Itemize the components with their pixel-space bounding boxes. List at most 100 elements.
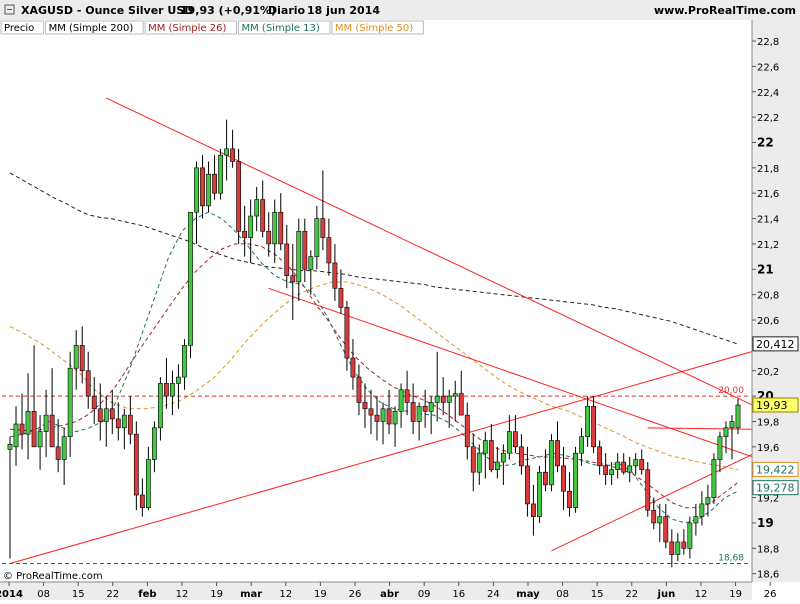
y-tick-label: 22 [757,135,774,149]
y-tick-label: 19,8 [757,417,779,428]
x-tick-label: 19 [314,589,327,600]
x-tick-label: 15 [72,589,85,600]
candle-body [537,471,542,517]
price-marker-label: 20,412 [756,338,795,351]
y-tick-label: 18,8 [757,544,779,555]
candle-body [49,414,55,448]
x-tick-label: 12 [279,589,292,600]
candle-body [639,459,645,470]
candle-body [332,262,338,289]
candle-body [19,423,25,435]
price-chart[interactable]: XAGUSD - Ounce Silver USD 19,93 (+0,91%)… [0,0,800,600]
candle-body [194,167,199,213]
candle-body [296,230,302,283]
candle-body [627,465,633,473]
x-tick-label: 12 [176,589,189,600]
candle-body [506,431,512,454]
candle-body [531,503,536,517]
candle-body [735,404,741,429]
x-tick-label: feb [138,589,156,600]
x-tick-label: 19 [729,589,742,600]
symbol-title: XAGUSD - Ounce Silver USD [21,4,193,17]
x-tick-label: mar [240,589,262,600]
y-tick-label: 21,6 [757,189,779,200]
y-tick-label: 19 [757,516,774,530]
candle-body [470,446,476,473]
candle [236,148,242,244]
candle [645,462,651,517]
candle-body [699,503,705,517]
candle-body [320,218,326,238]
candle-body [434,395,440,403]
candle-body [151,427,157,460]
y-tick-label: 22,8 [757,37,779,48]
candle-body [675,541,681,555]
candle-body [374,414,380,422]
candle-body [61,436,67,460]
candle-body [422,405,428,412]
candle-body [242,230,248,238]
candle-body [585,405,590,437]
y-tick-label: 21 [757,262,774,276]
candle-body [115,418,121,429]
candle-body [121,414,127,429]
candle [711,453,717,504]
candle-body [230,148,236,162]
x-tick-label: 12 [695,589,708,600]
candle-body [567,490,572,509]
y-tick-label: 19,6 [757,443,779,454]
candle-body [73,345,79,369]
candle-body [67,367,73,437]
candle-body [669,541,675,555]
candle-body [603,465,609,476]
candle-body [573,452,578,509]
candle-body [543,471,548,486]
candle-body [549,440,554,486]
site-name: www.ProRealTime.com [654,4,796,17]
candle-body [170,383,175,397]
candle [188,211,193,359]
candle-body [182,345,187,378]
candle-body [284,243,290,276]
candle-body [97,408,103,422]
candle [549,434,554,492]
candle-body [79,345,85,372]
candle-body [55,446,61,460]
candle-body [212,173,217,194]
price-marker-label: 19,422 [756,463,795,476]
candle-body [464,414,470,448]
candle-body [272,211,278,245]
price-marker-label: 19,278 [756,482,795,495]
y-tick-label: 20,6 [757,316,779,327]
x-tick-label: 26 [349,589,362,600]
x-tick-label: 08 [37,589,50,600]
candle-body [693,516,699,524]
candle-body [356,376,362,403]
candle-body [127,414,133,435]
candle-body [488,440,494,470]
x-tick-label: 22 [106,589,119,600]
last-price: 19,93 (+0,91%) [180,4,276,17]
candle-body [248,215,254,238]
legend-item: MM (Simple 200) [49,23,134,34]
y-tick-label: 20,8 [757,291,779,302]
candle-body [398,389,404,412]
x-tick-label: 26 [764,589,777,600]
candle-body [145,459,151,509]
x-tick-label: abr [380,589,399,600]
legend-item: MM (Simple 50) [335,23,413,34]
candle-body [555,440,560,467]
candle-body [657,516,663,524]
y-tick-label: 21,2 [757,240,779,251]
candle-body [326,237,332,264]
candle-body [176,376,181,384]
candle-body [43,414,49,432]
candle [573,446,578,513]
candle-body [525,465,530,505]
legend-item: MM (Simple 26) [148,23,226,34]
y-tick-label: 21,8 [757,164,779,175]
candle-body [663,516,669,543]
candle-body [723,427,729,437]
candle-body [338,288,344,308]
candle [537,465,542,523]
